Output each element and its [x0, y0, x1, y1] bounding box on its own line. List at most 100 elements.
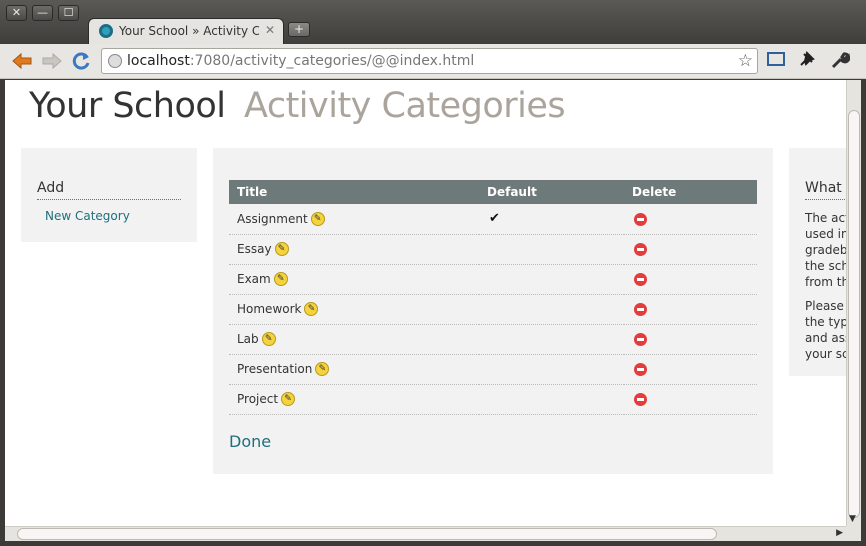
table-row: Project ✎	[229, 384, 757, 415]
delete-icon[interactable]	[634, 333, 647, 346]
info-line: Please e	[805, 299, 846, 313]
horizontal-scroll-thumb[interactable]	[17, 528, 717, 540]
category-title-cell: Homework ✎	[229, 294, 479, 325]
edit-pencil-icon[interactable]: ✎	[261, 332, 276, 347]
default-cell	[479, 294, 624, 325]
reload-icon[interactable]	[70, 50, 92, 76]
edit-pencil-icon[interactable]: ✎	[273, 272, 288, 287]
school-title: Your School	[29, 86, 226, 126]
info-paragraph-1: The act used in gradebo the scho from th	[805, 210, 846, 290]
delete-cell	[624, 324, 757, 355]
delete-icon[interactable]	[634, 212, 647, 226]
vertical-scrollbar[interactable]: ▼	[846, 80, 861, 526]
edit-pencil-icon[interactable]: ✎	[274, 242, 289, 257]
page-viewport: Your School Activity Categories Add New …	[5, 80, 846, 526]
tab-favicon-icon	[99, 24, 113, 38]
tab-title: Your School » Activity Categories	[119, 24, 259, 38]
horizontal-scrollbar[interactable]: ▶	[5, 526, 846, 541]
info-paragraph-2: Please e the type and asse your sch	[805, 298, 846, 362]
info-line: gradebo	[805, 243, 846, 257]
edit-pencil-icon[interactable]: ✎	[304, 302, 319, 317]
url-path: :7080/activity_categories/@@index.html	[189, 53, 475, 69]
default-check-icon: ✔	[489, 211, 500, 227]
fullscreen-icon[interactable]	[766, 50, 786, 74]
edit-pencil-icon[interactable]: ✎	[315, 362, 330, 377]
window-minimize-button[interactable]: —	[32, 5, 53, 21]
default-cell: ✔	[479, 204, 624, 235]
new-category-link[interactable]: New Category	[45, 209, 130, 223]
table-body: Assignment ✎ ✔ Essay ✎ Exam ✎ Homework ✎ Lab ✎ Pres…	[229, 204, 757, 415]
categories-table: Title Default Delete Assignment ✎ ✔ Essay ✎ E…	[229, 180, 757, 415]
browser-toolbar: localhost:7080/activity_categories/@@ind…	[0, 44, 866, 79]
default-cell	[479, 384, 624, 415]
browser-tab[interactable]: Your School » Activity Categories ✕	[88, 18, 284, 44]
default-cell	[479, 264, 624, 295]
categories-panel: Title Default Delete Assignment ✎ ✔ Essay ✎ E…	[213, 148, 773, 474]
scrollbar-corner	[846, 526, 861, 541]
pin-icon[interactable]	[796, 50, 816, 74]
bookmark-star-icon[interactable]: ☆	[738, 51, 753, 71]
column-header-default: Default	[479, 180, 624, 204]
table-row: Exam ✎	[229, 264, 757, 295]
category-title-cell: Essay ✎	[229, 234, 479, 265]
delete-icon[interactable]	[634, 273, 647, 286]
page-title: Activity Categories	[244, 86, 566, 126]
url-host: localhost	[127, 53, 190, 69]
delete-cell	[624, 384, 757, 415]
window-close-button[interactable]: ✕	[6, 5, 27, 21]
globe-icon	[108, 54, 122, 68]
category-title: Project	[237, 391, 279, 406]
category-title: Assignment	[237, 211, 308, 226]
default-cell	[479, 324, 624, 355]
window-maximize-button[interactable]: ☐	[58, 5, 79, 21]
new-tab-button[interactable]: +	[288, 22, 310, 37]
delete-cell	[624, 354, 757, 385]
info-panel-text: The act used in gradebo the scho from th Ple…	[805, 210, 846, 370]
category-title-cell: Assignment ✎	[229, 204, 479, 235]
table-row: Essay ✎	[229, 234, 757, 265]
category-title: Homework	[237, 301, 302, 316]
delete-cell	[624, 204, 757, 235]
table-header-row: Title Default Delete	[229, 180, 757, 204]
category-title-cell: Project ✎	[229, 384, 479, 415]
wrench-icon[interactable]	[830, 50, 851, 74]
back-icon[interactable]	[10, 50, 34, 76]
done-link[interactable]: Done	[229, 432, 271, 451]
address-url: localhost:7080/activity_categories/@@ind…	[127, 53, 474, 69]
default-cell	[479, 234, 624, 265]
forward-icon[interactable]	[40, 50, 64, 76]
column-header-title: Title	[229, 180, 479, 204]
scroll-right-arrow-icon[interactable]: ▶	[836, 528, 843, 538]
edit-pencil-icon[interactable]: ✎	[310, 212, 325, 226]
category-title: Lab	[237, 331, 259, 346]
column-header-delete: Delete	[624, 180, 757, 204]
info-panel-title: What i	[805, 180, 846, 200]
table-row: Lab ✎	[229, 324, 757, 355]
delete-icon[interactable]	[634, 303, 647, 316]
category-title: Presentation	[237, 361, 313, 376]
info-line: and asse	[805, 331, 846, 345]
category-title: Essay	[237, 241, 272, 256]
category-title-cell: Lab ✎	[229, 324, 479, 355]
scroll-down-arrow-icon[interactable]: ▼	[849, 514, 856, 524]
vertical-scroll-thumb[interactable]	[848, 110, 860, 518]
info-line: the type	[805, 315, 846, 329]
add-panel: Add New Category	[21, 148, 197, 242]
table-row: Homework ✎	[229, 294, 757, 325]
delete-icon[interactable]	[634, 243, 647, 256]
delete-icon[interactable]	[634, 393, 647, 406]
info-line: used in	[805, 227, 846, 241]
delete-cell	[624, 264, 757, 295]
category-title-cell: Exam ✎	[229, 264, 479, 295]
address-bar[interactable]: localhost:7080/activity_categories/@@ind…	[101, 48, 758, 74]
delete-icon[interactable]	[634, 363, 647, 376]
info-line: the scho	[805, 259, 846, 273]
tab-close-icon[interactable]: ✕	[265, 23, 275, 37]
table-row: Assignment ✎ ✔	[229, 204, 757, 235]
delete-cell	[624, 294, 757, 325]
category-title-cell: Presentation ✎	[229, 354, 479, 385]
window-titlebar: ✕ — ☐ Your School » Activity Categories …	[0, 0, 866, 44]
info-panel: What i The act used in gradebo the scho from…	[789, 148, 846, 376]
category-title: Exam	[237, 271, 271, 286]
edit-pencil-icon[interactable]: ✎	[281, 392, 296, 407]
